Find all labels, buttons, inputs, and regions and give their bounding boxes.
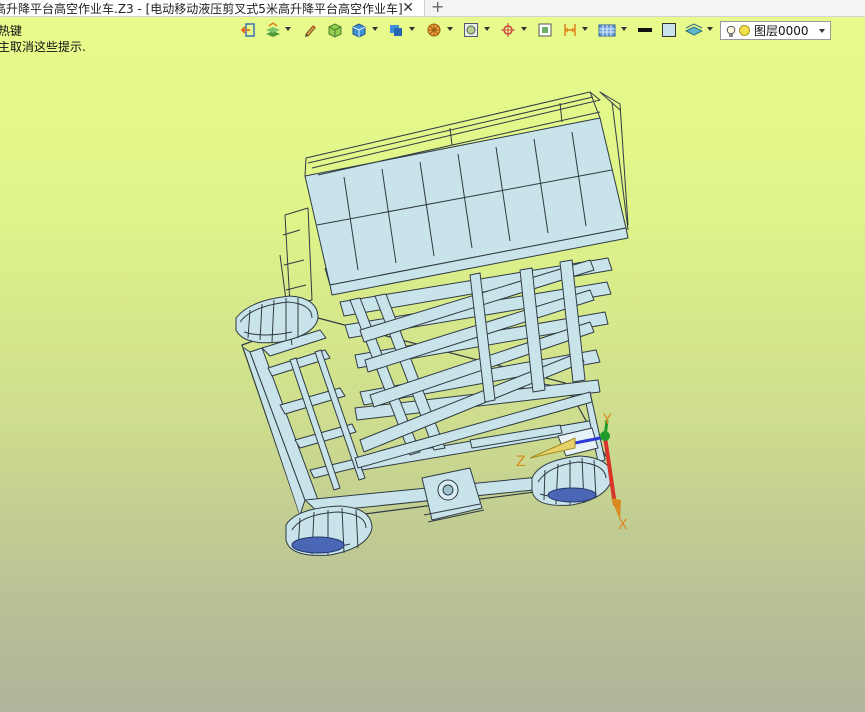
z-axis-label: Z: [516, 454, 526, 470]
model-viewport[interactable]: Y Z X: [0, 0, 865, 712]
y-axis-label: Y: [602, 412, 612, 428]
x-axis-label: X: [618, 517, 628, 533]
drive-motor: [421, 467, 485, 523]
wheel-front-right: [531, 455, 613, 506]
scissor-lift-model: [235, 91, 629, 556]
triad-origin[interactable]: [600, 431, 610, 441]
